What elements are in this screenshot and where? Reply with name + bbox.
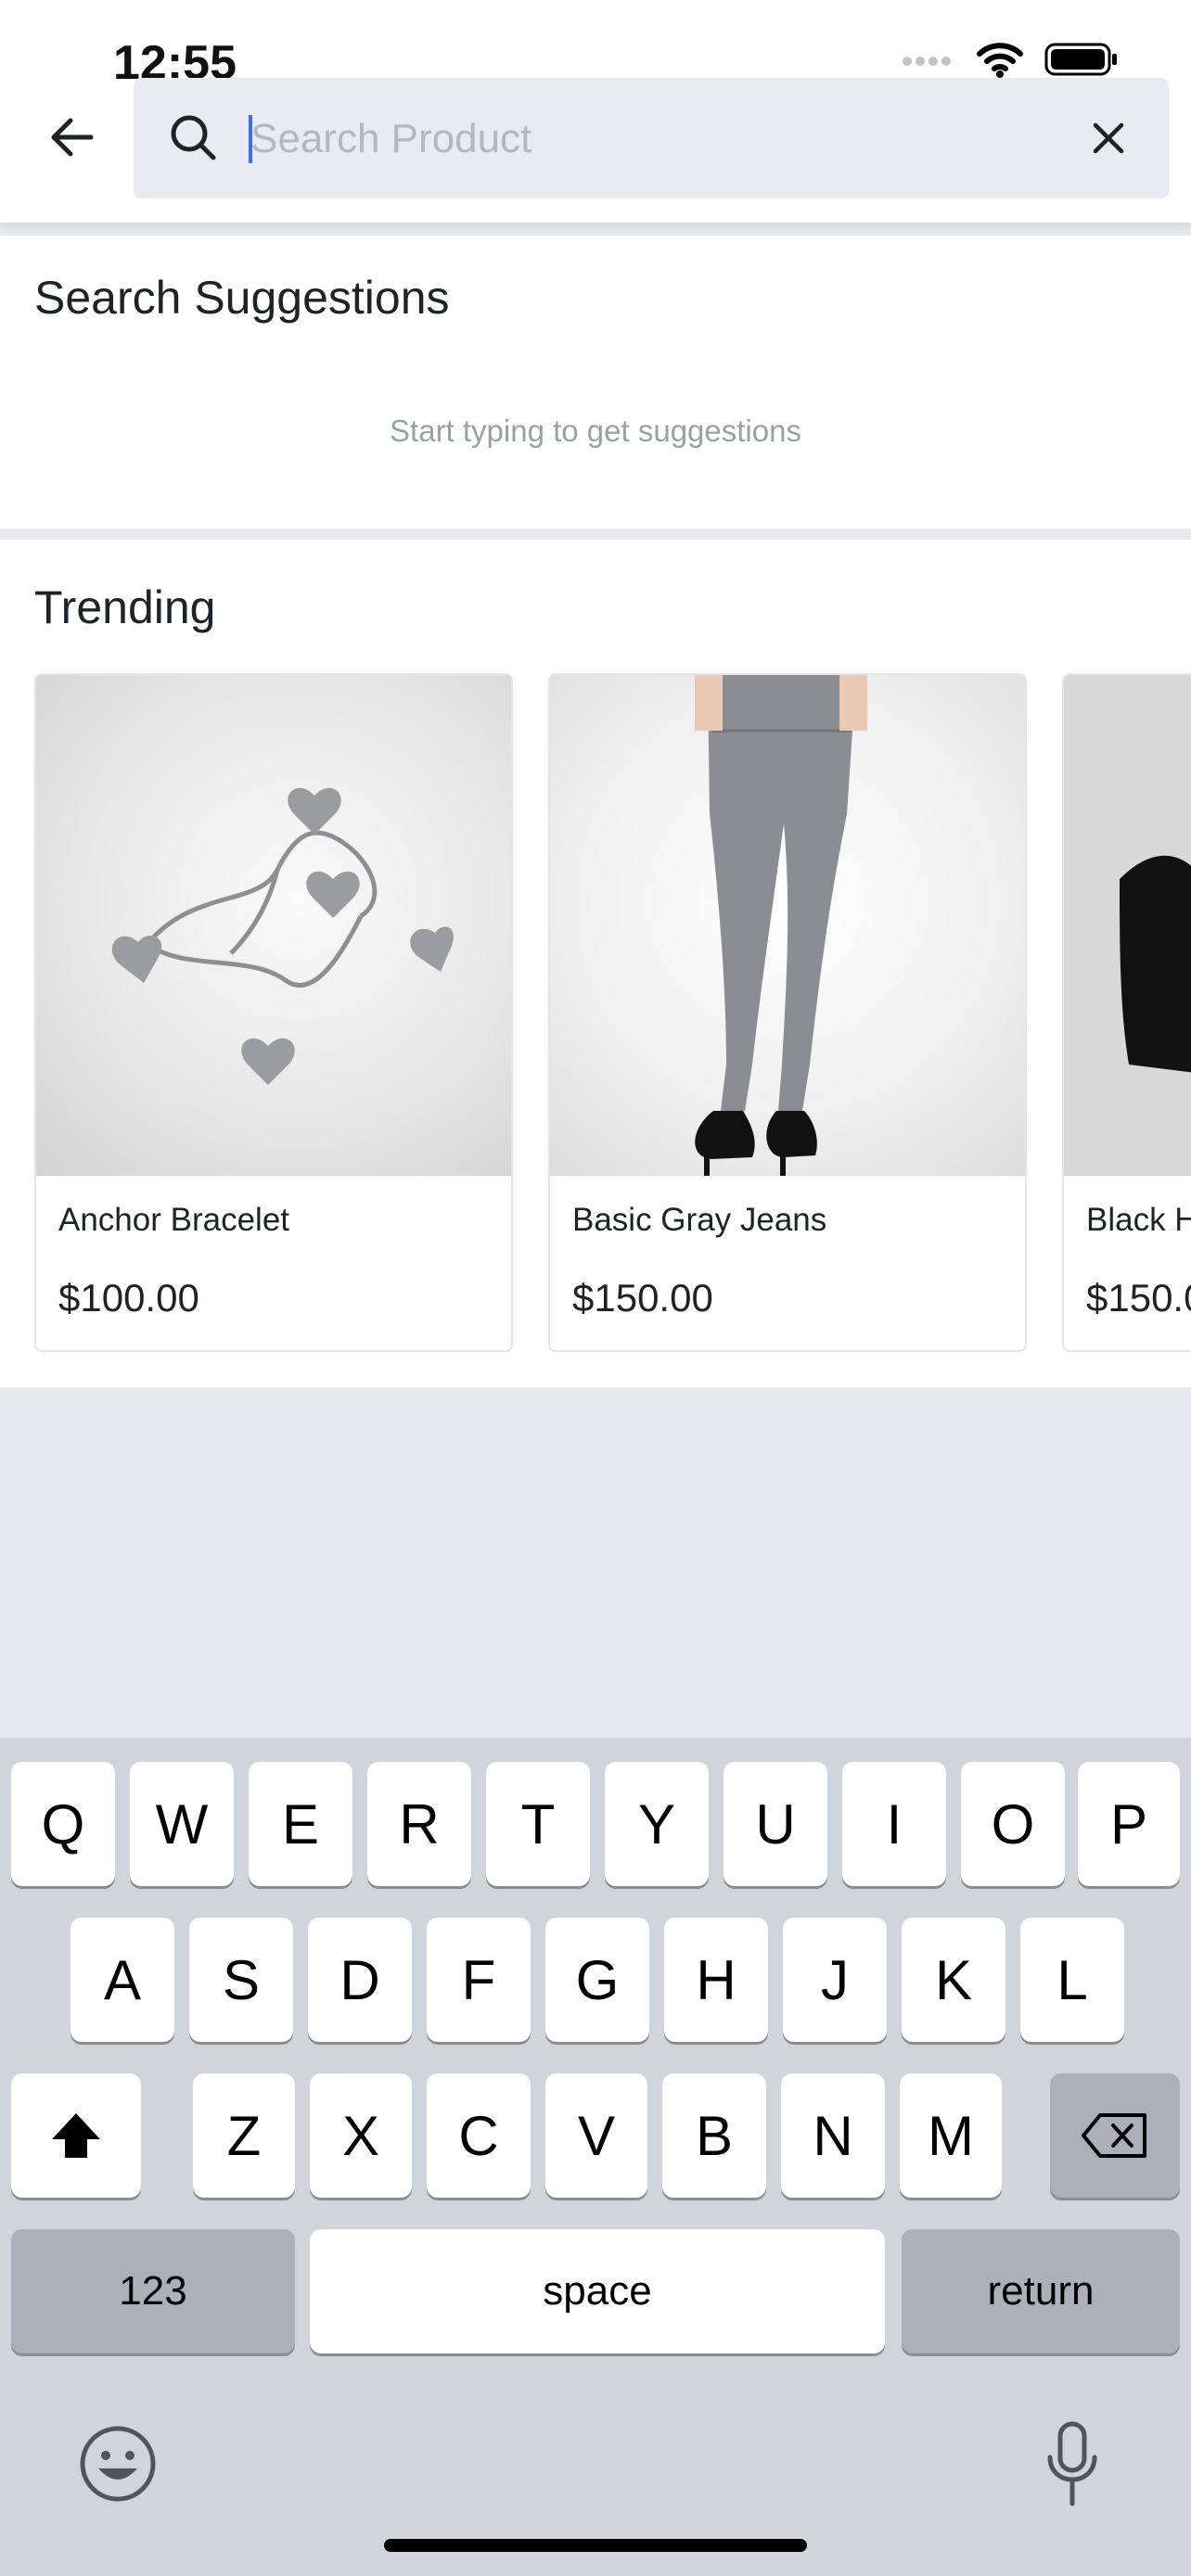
key-e[interactable]: E <box>249 1762 352 1886</box>
space-key[interactable]: space <box>310 2229 885 2353</box>
product-image-jeans <box>550 675 1025 1176</box>
suggestions-hint: Start typing to get suggestions <box>390 414 801 448</box>
text-cursor <box>249 115 252 163</box>
wifi-icon <box>976 41 1024 83</box>
key-y[interactable]: Y <box>605 1762 709 1886</box>
back-button[interactable] <box>37 102 108 172</box>
key-x[interactable]: X <box>310 2073 412 2198</box>
key-c[interactable]: C <box>427 2073 531 2198</box>
emoji-icon <box>80 2426 156 2502</box>
arrow-left-icon <box>51 118 94 157</box>
product-name: Basic Gray Jeans <box>572 1202 827 1238</box>
key-o[interactable]: O <box>961 1762 1065 1886</box>
clear-button[interactable] <box>1080 109 1137 167</box>
product-image-bracelet <box>36 675 511 1176</box>
key-l[interactable]: L <box>1020 1918 1124 2042</box>
product-card[interactable]: Black H $150.0 <box>1062 673 1191 1352</box>
trending-title: Trending <box>34 581 216 633</box>
key-q[interactable]: Q <box>11 1762 115 1886</box>
key-u[interactable]: U <box>724 1762 827 1886</box>
key-m[interactable]: M <box>900 2073 1002 2198</box>
key-d[interactable]: D <box>308 1918 412 2042</box>
key-b[interactable]: B <box>662 2073 766 2198</box>
backspace-icon <box>1082 2113 1146 2158</box>
key-g[interactable]: G <box>545 1918 649 2042</box>
key-r[interactable]: R <box>367 1762 471 1886</box>
key-t[interactable]: T <box>486 1762 590 1886</box>
suggestions-title: Search Suggestions <box>34 272 450 324</box>
return-key[interactable]: return <box>902 2229 1180 2353</box>
on-screen-keyboard: Q W E R T Y U I O P A S D F G H J K L Z … <box>0 1738 1191 2576</box>
numbers-key[interactable]: 123 <box>11 2229 295 2353</box>
trending-section: Trending Anchor Bracelet $100.00 Basic G… <box>0 540 1191 1387</box>
dictation-button[interactable] <box>1044 2420 1100 2509</box>
home-indicator[interactable] <box>384 2539 807 2552</box>
key-p[interactable]: P <box>1078 1762 1180 1886</box>
close-icon <box>1093 122 1124 154</box>
signal-icon <box>902 50 955 73</box>
key-a[interactable]: A <box>70 1918 174 2042</box>
product-price: $150.00 <box>572 1276 713 1320</box>
key-s[interactable]: S <box>189 1918 293 2042</box>
product-name: Black H <box>1086 1202 1191 1238</box>
trending-carousel[interactable]: Anchor Bracelet $100.00 Basic Gray Jeans… <box>34 673 1191 1352</box>
product-price: $100.00 <box>58 1276 199 1320</box>
product-card[interactable]: Anchor Bracelet $100.00 <box>34 673 513 1352</box>
backspace-key[interactable] <box>1050 2073 1180 2198</box>
key-n[interactable]: N <box>781 2073 885 2198</box>
product-card[interactable]: Basic Gray Jeans $150.00 <box>548 673 1027 1352</box>
shift-key[interactable] <box>11 2073 141 2198</box>
key-j[interactable]: J <box>783 1918 887 2042</box>
microphone-icon <box>1047 2421 1097 2506</box>
key-v[interactable]: V <box>545 2073 647 2198</box>
search-input[interactable] <box>249 98 1069 180</box>
key-i[interactable]: I <box>842 1762 946 1886</box>
key-z[interactable]: Z <box>193 2073 295 2198</box>
search-bar[interactable] <box>134 78 1169 198</box>
search-header: 12:55 <box>0 0 1191 223</box>
status-icons <box>902 41 1119 83</box>
product-price: $150.0 <box>1086 1276 1191 1320</box>
search-suggestions-section: Search Suggestions Start typing to get s… <box>0 236 1191 529</box>
product-image-black-item <box>1064 675 1191 1176</box>
battery-icon <box>1044 41 1119 83</box>
product-name: Anchor Bracelet <box>58 1202 290 1238</box>
emoji-button[interactable] <box>78 2424 158 2504</box>
shift-icon <box>52 2113 100 2158</box>
key-w[interactable]: W <box>130 1762 234 1886</box>
search-icon <box>167 111 219 168</box>
key-k[interactable]: K <box>902 1918 1005 2042</box>
key-f[interactable]: F <box>427 1918 531 2042</box>
key-h[interactable]: H <box>664 1918 768 2042</box>
